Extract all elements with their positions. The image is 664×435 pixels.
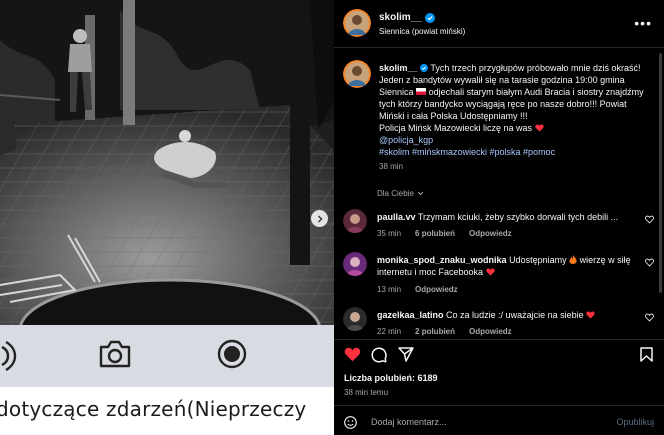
record-icon bbox=[217, 339, 247, 369]
comment-text-block: gazelkaa_latino Co za ludzie :/ uważajci… bbox=[377, 309, 635, 321]
post-header: skolim__ Siennica (powiat miński) ••• bbox=[334, 0, 664, 48]
camera-app-controls bbox=[0, 325, 334, 387]
comment-likes[interactable]: 6 polubień bbox=[415, 229, 455, 238]
caption-username[interactable]: skolim__ bbox=[379, 63, 418, 73]
comment-like-heart-icon[interactable] bbox=[645, 215, 654, 224]
red-heart-icon bbox=[485, 268, 495, 276]
speaker-icon bbox=[1, 340, 17, 372]
share-icon[interactable] bbox=[398, 347, 414, 362]
post-media[interactable]: dotyczące zdarzeń(Nieprzeczy bbox=[0, 0, 334, 435]
comment-text: Co za ludzie :/ uważajcie na siebie bbox=[446, 310, 584, 320]
caption-mention-link[interactable]: @policja_kgp bbox=[379, 135, 433, 145]
comments-scrollbar[interactable] bbox=[659, 53, 662, 293]
add-comment-bar: Opublikuj bbox=[334, 405, 664, 435]
for-you-filter[interactable]: Dla Ciebie bbox=[377, 189, 424, 198]
comment-reply-button[interactable]: Odpowiedz bbox=[415, 285, 458, 294]
publish-button[interactable]: Opublikuj bbox=[616, 417, 654, 427]
post-time-ago: 38 min temu bbox=[344, 388, 389, 397]
commenter-username[interactable]: monika_spod_znaku_wodnika bbox=[377, 255, 507, 265]
comment-icon[interactable] bbox=[371, 347, 387, 363]
verified-badge-icon bbox=[420, 64, 429, 72]
likes-count[interactable]: Liczba polubień: 6189 bbox=[344, 373, 438, 383]
verified-badge-icon bbox=[424, 12, 435, 23]
red-heart-icon bbox=[586, 311, 595, 319]
comment-text-block: monika_spod_znaku_wodnika Udostępniamy w… bbox=[377, 254, 635, 278]
post-panel: skolim__ Siennica (powiat miński) ••• sk… bbox=[334, 0, 664, 435]
chevron-down-icon bbox=[417, 191, 424, 196]
add-comment-input[interactable] bbox=[371, 414, 601, 430]
comment-time: 35 min bbox=[377, 229, 402, 238]
chevron-right-icon bbox=[317, 215, 322, 222]
comment-time: 13 min bbox=[377, 285, 402, 294]
comment-text-1: Udostępniamy bbox=[509, 255, 567, 265]
comment-like-heart-icon[interactable] bbox=[645, 313, 654, 322]
more-options-icon[interactable]: ••• bbox=[634, 15, 652, 31]
poland-flag-icon bbox=[416, 88, 427, 95]
like-heart-icon[interactable] bbox=[344, 347, 361, 362]
security-camera-image bbox=[0, 0, 334, 325]
commenter-avatar[interactable] bbox=[343, 209, 367, 233]
post-actions-bar bbox=[334, 339, 664, 369]
comment-time: 22 min bbox=[377, 327, 402, 336]
caption-text-3: Policja Mińsk Mazowiecki liczę na was bbox=[379, 123, 533, 133]
caption-body: skolim__ Tych trzech przygłupów próbował… bbox=[379, 62, 651, 176]
camera-icon bbox=[99, 340, 131, 368]
author-username[interactable]: skolim__ bbox=[379, 12, 435, 23]
fire-emoji-icon bbox=[569, 255, 577, 264]
red-heart-icon bbox=[534, 124, 544, 132]
author-avatar[interactable] bbox=[343, 9, 371, 37]
comment-meta: 22 min 2 polubień Odpowiedz bbox=[377, 327, 512, 336]
commenter-username[interactable]: gazelkaa_latino bbox=[377, 310, 444, 320]
caption-author-avatar[interactable] bbox=[343, 60, 371, 88]
commenter-avatar[interactable] bbox=[343, 307, 367, 331]
for-you-label[interactable]: Dla Ciebie bbox=[377, 189, 414, 198]
caption-time: 38 min bbox=[379, 162, 404, 171]
comment-meta: 35 min 6 polubień Odpowiedz bbox=[377, 229, 512, 238]
author-username-text[interactable]: skolim__ bbox=[379, 12, 422, 23]
caption-hashtags[interactable]: #skolim #mińskmazowiecki #polska #pomoc bbox=[379, 147, 555, 157]
comment-meta: 13 min Odpowiedz bbox=[377, 285, 458, 294]
post-location[interactable]: Siennica (powiat miński) bbox=[379, 27, 465, 36]
commenter-avatar[interactable] bbox=[343, 252, 367, 276]
media-text-strip: dotyczące zdarzeń(Nieprzeczy bbox=[0, 387, 334, 435]
comment-text: Trzymam kciuki, żeby szybko dorwali tych… bbox=[417, 212, 619, 222]
next-media-button[interactable] bbox=[311, 210, 328, 227]
comment-reply-button[interactable]: Odpowiedz bbox=[469, 229, 512, 238]
media-caption-text: dotyczące zdarzeń(Nieprzeczy bbox=[0, 397, 307, 421]
comment-likes[interactable]: 2 polubień bbox=[415, 327, 455, 336]
comment-reply-button[interactable]: Odpowiedz bbox=[469, 327, 512, 336]
post-comments-area[interactable]: skolim__ Tych trzech przygłupów próbował… bbox=[334, 49, 664, 339]
comment-text-block: paulla.vv Trzymam kciuki, żeby szybko do… bbox=[377, 211, 635, 223]
comment-like-heart-icon[interactable] bbox=[645, 258, 654, 267]
commenter-username[interactable]: paulla.vv bbox=[377, 212, 416, 222]
emoji-icon[interactable] bbox=[344, 416, 357, 429]
save-bookmark-icon[interactable] bbox=[640, 347, 653, 362]
